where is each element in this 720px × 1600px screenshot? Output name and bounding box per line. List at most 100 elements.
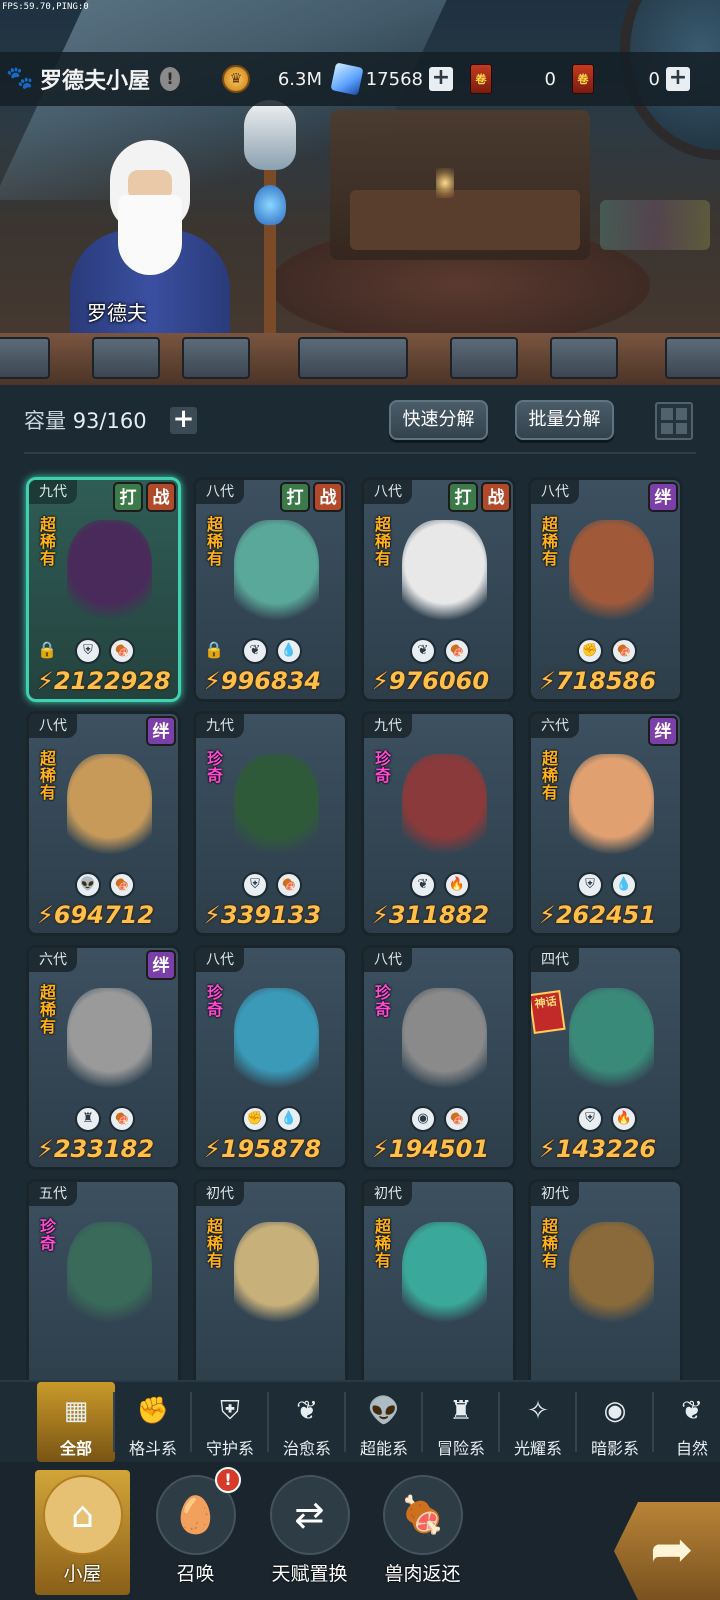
- shield-icon: ⛨: [75, 638, 101, 664]
- power-value: ⚡694712: [37, 901, 155, 929]
- quick-decompose-button[interactable]: 快速分解: [389, 400, 488, 440]
- pet-portrait: [569, 988, 654, 1098]
- pet-portrait: [234, 1222, 319, 1332]
- exclamation-icon[interactable]: !: [160, 67, 181, 91]
- bond-tag: 绊: [146, 950, 176, 980]
- add-crystal-button[interactable]: +: [429, 67, 453, 91]
- pet-portrait: [402, 988, 487, 1098]
- pet-card[interactable]: 八代 珍奇 ◉ 🍖 ⚡194501: [361, 945, 516, 1170]
- category-tab[interactable]: ✊ 格斗系: [114, 1382, 192, 1462]
- nav-label: 兽肉返还: [384, 1563, 461, 1585]
- tag-group: 绊: [648, 716, 678, 746]
- rarity-label: 超稀有: [374, 1217, 391, 1270]
- pet-grid: 九代打战超稀有 🔒 ⛨ 🍖 ⚡2122928 八代打战超稀有 🔒 ❦ 💧 ⚡996834 八代打战超…: [0, 455, 720, 1380]
- nav-button[interactable]: ⌂ 小屋: [35, 1470, 130, 1595]
- shield-icon: ⛨: [220, 1395, 240, 1426]
- category-label: 超能系: [359, 1439, 408, 1458]
- pet-card[interactable]: 六代 绊超稀有 ⛨ 💧 ⚡262451: [528, 711, 683, 936]
- pet-card[interactable]: 八代 绊超稀有 ✊ 🍖 ⚡718586: [528, 477, 683, 702]
- swap-icon: ⇄: [269, 1475, 350, 1555]
- tower-icon: ♜: [449, 1396, 473, 1426]
- pet-card[interactable]: 初代超稀有: [193, 1179, 348, 1380]
- tag-group: 打战: [280, 482, 343, 512]
- rarity-label: 珍奇: [206, 983, 223, 1019]
- category-tab[interactable]: ❦ 自然: [653, 1382, 720, 1462]
- pet-portrait: [234, 988, 319, 1098]
- fight-tag: 打: [113, 482, 143, 512]
- lock-icon[interactable]: 🔒: [204, 640, 224, 662]
- category-tab[interactable]: ▦ 全部: [37, 1382, 115, 1462]
- pet-portrait: [67, 754, 152, 864]
- fire-icon: 🔥: [444, 872, 470, 898]
- pet-card[interactable]: 九代 珍奇 ❦ 🔥 ⚡311882: [361, 711, 516, 936]
- category-separator: [344, 1392, 346, 1452]
- rarity-label: 超稀有: [374, 515, 391, 568]
- rarity-label: 超稀有: [541, 1217, 558, 1270]
- expand-capacity-button[interactable]: +: [170, 406, 197, 434]
- category-tab[interactable]: 👽 超能系: [345, 1382, 423, 1462]
- house-title[interactable]: 🐾 罗德夫小屋 !: [6, 62, 181, 96]
- water-icon: 💧: [611, 872, 637, 898]
- pet-portrait: [402, 520, 487, 630]
- resource-bar: 🐾 罗德夫小屋 ! ♛ 6.3M 17568 + 卷 0 卷 0 +: [0, 52, 720, 106]
- gold-value: 6.3M: [277, 68, 322, 90]
- batch-decompose-button[interactable]: 批量分解: [515, 400, 614, 440]
- nav-label: 召唤: [176, 1563, 215, 1585]
- candle-light: [436, 168, 454, 198]
- rarity-label: 超稀有: [206, 1217, 223, 1270]
- rarity-label: 超稀有: [39, 749, 56, 802]
- power-value: ⚡311882: [372, 901, 490, 929]
- fire-icon: 🔥: [611, 1106, 637, 1132]
- divider: [24, 452, 696, 454]
- generation-label: 初代: [196, 1182, 244, 1206]
- shield-icon: ⛨: [577, 1106, 603, 1132]
- potion-shelf: [600, 200, 710, 250]
- fist-icon: ✊: [136, 1396, 170, 1426]
- generation-label: 八代: [196, 948, 244, 972]
- category-separator: [113, 1392, 115, 1452]
- category-filter-bar: ▦ 全部 ✊ 格斗系 ⛨ 守护系 ❦ 治愈系 👽 超能系 ♜ 冒险系 ✧ 光耀系 ◉ 暗影系 ❦ 自然: [0, 1380, 720, 1462]
- pet-card[interactable]: 初代 超稀有: [528, 1179, 683, 1380]
- bottom-nav: ⌂ 小屋 🥚 召唤 ⇄ 天赋置换 🍖 兽肉返还: [0, 1462, 720, 1600]
- pet-card[interactable]: 八代 绊超稀有 👽 🍖 ⚡694712: [26, 711, 181, 936]
- nav-button[interactable]: 🍖 兽肉返还: [375, 1470, 470, 1595]
- go-button[interactable]: ➦: [614, 1502, 720, 1600]
- owl-staff: [240, 90, 300, 340]
- category-tab[interactable]: ✧ 光耀系: [499, 1382, 577, 1462]
- fist-icon: ✊: [242, 1106, 268, 1132]
- ticket-dark-value: 0: [648, 68, 660, 90]
- water-icon: 💧: [276, 638, 302, 664]
- add-ticket-button[interactable]: +: [666, 67, 690, 91]
- pet-card[interactable]: 九代 珍奇 ⛨ 🍖 ⚡339133: [193, 711, 348, 936]
- generation-label: 八代: [29, 714, 77, 738]
- category-tab[interactable]: ⛨ 守护系: [191, 1382, 269, 1462]
- category-separator: [421, 1392, 423, 1452]
- pet-card[interactable]: 九代 打战超稀有 🔒 ⛨ 🍖 ⚡2122928: [26, 477, 181, 702]
- eye-icon: ◉: [410, 1106, 436, 1132]
- battle-tag: 战: [146, 482, 176, 512]
- category-separator: [267, 1392, 269, 1452]
- pet-card[interactable]: 六代 绊超稀有 ♜ 🍖 ⚡233182: [26, 945, 181, 1170]
- pet-portrait: [569, 520, 654, 630]
- grid-view-icon[interactable]: [655, 402, 693, 440]
- category-tab[interactable]: ♜ 冒险系: [422, 1382, 500, 1462]
- pet-card[interactable]: 五代 珍奇: [26, 1179, 181, 1380]
- category-tab[interactable]: ◉ 暗影系: [576, 1382, 654, 1462]
- pet-card[interactable]: 八代 打战超稀有 ❦ 🍖 ⚡976060: [361, 477, 516, 702]
- house-icon: ⌂: [42, 1475, 123, 1555]
- rarity-label: 超稀有: [541, 749, 558, 802]
- rarity-label: 超稀有: [206, 515, 223, 568]
- pet-card[interactable]: 四代 神话 ⛨ 🔥 ⚡143226: [528, 945, 683, 1170]
- sparkle-icon: ✧: [527, 1396, 549, 1426]
- pet-card[interactable]: 八代 打战超稀有 🔒 ❦ 💧 ⚡996834: [193, 477, 348, 702]
- meat-icon: 🍖: [444, 1106, 470, 1132]
- pet-portrait: [569, 754, 654, 864]
- pet-card[interactable]: 初代 超稀有: [361, 1179, 516, 1380]
- category-tab[interactable]: ❦ 治愈系: [268, 1382, 346, 1462]
- nav-button[interactable]: ⇄ 天赋置换: [262, 1470, 357, 1595]
- capacity: 容量 93/160: [24, 405, 147, 435]
- pet-card[interactable]: 八代 珍奇 ✊ 💧 ⚡195878: [193, 945, 348, 1170]
- lock-icon[interactable]: 🔒: [37, 640, 57, 662]
- category-label: 守护系: [205, 1439, 254, 1458]
- crystal-icon: [330, 62, 364, 96]
